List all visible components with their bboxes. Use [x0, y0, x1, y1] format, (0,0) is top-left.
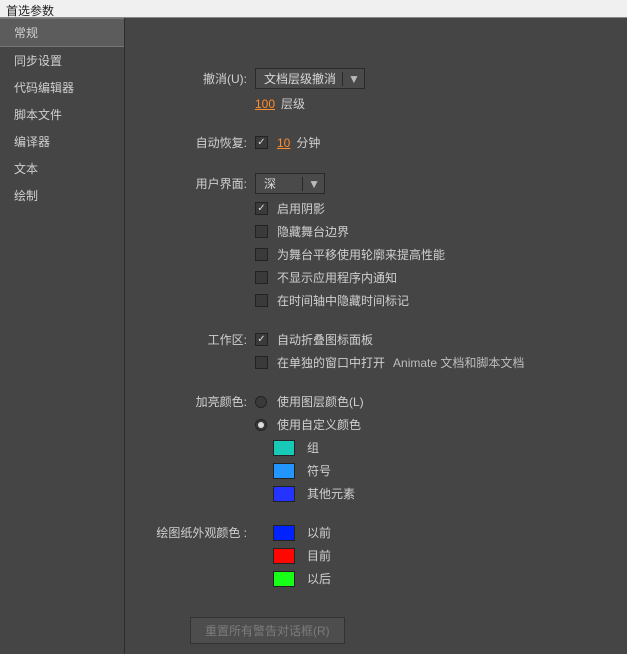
ui-hide-stage-border-checkbox[interactable] [255, 225, 268, 238]
undo-levels-unit: 层级 [281, 95, 305, 112]
ui-shadow-checkbox[interactable] [255, 202, 268, 215]
sidebar-item-script-files[interactable]: 脚本文件 [0, 101, 124, 128]
ui-hide-notifications-checkbox[interactable] [255, 271, 268, 284]
ui-outline-pan-label: 为舞台平移使用轮廓来提高性能 [277, 246, 445, 263]
undo-mode-select[interactable]: 文档层级撤消 ▼ [255, 68, 365, 89]
highlight-other-swatch[interactable] [273, 486, 295, 502]
undo-mode-value: 文档层级撤消 [264, 70, 336, 87]
ui-theme-select[interactable]: 深 ▼ [255, 173, 325, 194]
ui-hide-time-markers-checkbox[interactable] [255, 294, 268, 307]
ui-hide-stage-border-label: 隐藏舞台边界 [277, 223, 349, 240]
workspace-collapse-checkbox[interactable] [255, 333, 268, 346]
ui-shadow-label: 启用阴影 [277, 200, 325, 217]
onionskin-after-label: 以后 [307, 570, 331, 587]
sidebar-item-code-editor[interactable]: 代码编辑器 [0, 74, 124, 101]
category-sidebar: 常规 同步设置 代码编辑器 脚本文件 编译器 文本 绘制 [0, 18, 125, 654]
highlight-radio-layer-label: 使用图层颜色(L) [277, 393, 364, 410]
reset-warnings-button[interactable]: 重置所有警告对话框(R) [190, 617, 345, 644]
onionskin-current-label: 目前 [307, 547, 331, 564]
ui-hide-notifications-label: 不显示应用程序内通知 [277, 269, 397, 286]
highlight-group-swatch[interactable] [273, 440, 295, 456]
sidebar-item-compiler[interactable]: 编译器 [0, 128, 124, 155]
workspace-collapse-label: 自动折叠图标面板 [277, 331, 373, 348]
onionskin-before-swatch[interactable] [273, 525, 295, 541]
highlight-group-label: 组 [307, 439, 319, 456]
workspace-separate-suffix: Animate 文档和脚本文档 [393, 354, 524, 371]
undo-label: 撤消(U): [125, 70, 255, 87]
preferences-content: 撤消(U): 文档层级撤消 ▼ 100 层级 自动恢复: 10 分钟 [125, 18, 627, 654]
autorecover-minutes-input[interactable]: 10 [277, 136, 290, 150]
ui-outline-pan-checkbox[interactable] [255, 248, 268, 261]
onionskin-current-swatch[interactable] [273, 548, 295, 564]
workspace-separate-window-checkbox[interactable] [255, 356, 268, 369]
dropdown-icon: ▼ [342, 72, 360, 86]
ui-hide-time-markers-label: 在时间轴中隐藏时间标记 [277, 292, 409, 309]
highlight-radio-custom-label: 使用自定义颜色 [277, 416, 361, 433]
onionskin-label: 绘图纸外观颜色 : [125, 524, 255, 541]
sidebar-item-drawing[interactable]: 绘制 [0, 182, 124, 209]
workspace-separate-prefix: 在单独的窗口中打开 [277, 354, 385, 371]
window-titlebar: 首选参数 [0, 0, 627, 18]
undo-levels-input[interactable]: 100 [255, 97, 275, 111]
ui-theme-value: 深 [264, 175, 276, 192]
highlight-other-label: 其他元素 [307, 485, 355, 502]
highlight-radio-custom[interactable] [255, 419, 267, 431]
highlight-label: 加亮颜色: [125, 393, 255, 410]
ui-label: 用户界面: [125, 175, 255, 192]
autorecover-minutes-unit: 分钟 [296, 134, 320, 151]
highlight-symbol-label: 符号 [307, 462, 331, 479]
sidebar-item-sync[interactable]: 同步设置 [0, 47, 124, 74]
highlight-symbol-swatch[interactable] [273, 463, 295, 479]
highlight-radio-layer[interactable] [255, 396, 267, 408]
autorecover-label: 自动恢复: [125, 134, 255, 151]
dropdown-icon: ▼ [302, 177, 320, 191]
sidebar-item-general[interactable]: 常规 [0, 18, 124, 47]
onionskin-before-label: 以前 [307, 524, 331, 541]
sidebar-item-text[interactable]: 文本 [0, 155, 124, 182]
onionskin-after-swatch[interactable] [273, 571, 295, 587]
workspace-label: 工作区: [125, 331, 255, 348]
autorecover-checkbox[interactable] [255, 136, 268, 149]
